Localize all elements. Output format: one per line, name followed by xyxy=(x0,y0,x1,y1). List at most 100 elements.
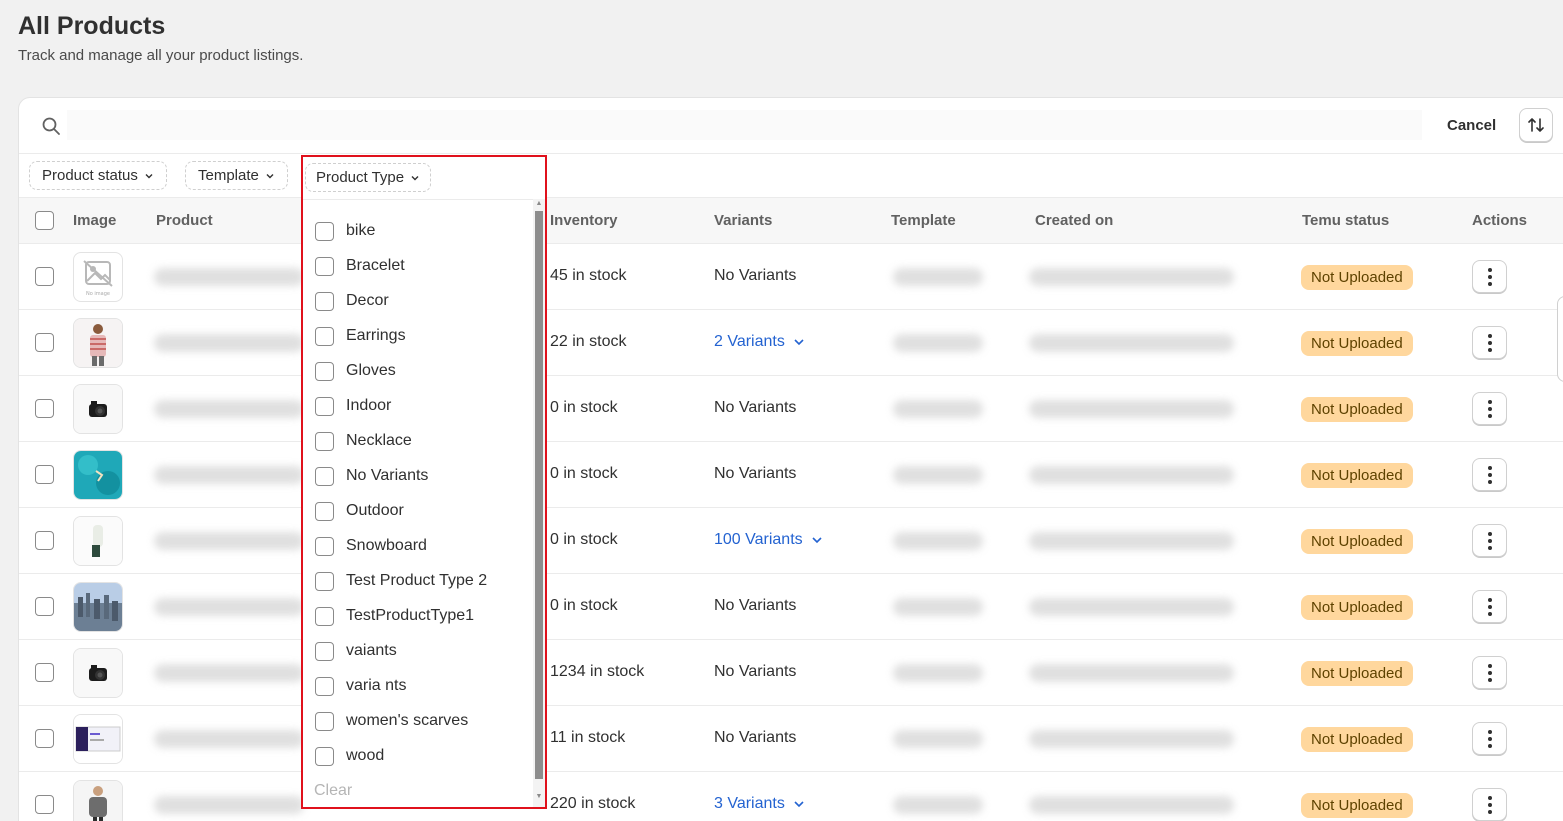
product-type-option[interactable]: bike xyxy=(315,218,375,244)
option-checkbox[interactable] xyxy=(315,466,334,486)
scrollbar-thumb[interactable] xyxy=(535,211,543,779)
option-checkbox[interactable] xyxy=(315,256,334,276)
option-label: wood xyxy=(346,747,385,764)
option-checkbox[interactable] xyxy=(315,501,334,521)
sort-button[interactable] xyxy=(1519,108,1553,142)
option-checkbox[interactable] xyxy=(315,536,334,556)
row-checkbox[interactable] xyxy=(35,795,54,814)
table-row[interactable]: 0 in stock No Variants Not Uploaded xyxy=(19,376,1563,442)
scroll-up-arrow-icon[interactable]: ▲ xyxy=(535,200,543,208)
product-type-option[interactable]: women's scarves xyxy=(315,708,468,734)
row-actions-button[interactable] xyxy=(1472,590,1507,623)
filter-product-status[interactable]: Product status xyxy=(29,161,167,190)
filter-product-type[interactable]: Product Type xyxy=(305,163,432,192)
option-checkbox[interactable] xyxy=(315,326,334,346)
product-type-option[interactable]: Outdoor xyxy=(315,498,404,524)
product-type-option[interactable]: Earrings xyxy=(315,323,406,349)
variants-cell: No Variants xyxy=(714,663,796,681)
option-checkbox[interactable] xyxy=(315,291,334,311)
product-name-blurred[interactable] xyxy=(154,532,304,550)
side-panel-handle[interactable] xyxy=(1557,296,1563,382)
scroll-down-arrow-icon[interactable]: ▼ xyxy=(535,793,543,801)
table-row[interactable]: 0 in stock No Variants Not Uploaded xyxy=(19,442,1563,508)
status-badge: Not Uploaded xyxy=(1301,661,1413,686)
row-checkbox[interactable] xyxy=(35,465,54,484)
cancel-button[interactable]: Cancel xyxy=(1437,111,1506,139)
variants-cell[interactable]: 100 Variants xyxy=(714,531,823,549)
option-checkbox[interactable] xyxy=(315,606,334,626)
product-type-option[interactable]: wood xyxy=(315,743,384,769)
row-actions-button[interactable] xyxy=(1472,788,1507,821)
option-checkbox[interactable] xyxy=(315,676,334,696)
row-checkbox[interactable] xyxy=(35,531,54,550)
row-actions-button[interactable] xyxy=(1472,260,1507,293)
option-checkbox[interactable] xyxy=(315,641,334,661)
clear-filter-button[interactable]: Clear xyxy=(314,782,352,800)
row-checkbox[interactable] xyxy=(35,399,54,418)
row-actions-button[interactable] xyxy=(1472,656,1507,689)
product-type-option[interactable]: No Variants xyxy=(315,463,428,489)
product-type-option[interactable]: vaiants xyxy=(315,638,397,664)
header-product[interactable]: Product xyxy=(156,212,213,229)
option-checkbox[interactable] xyxy=(315,711,334,731)
table-row[interactable]: 0 in stock 100 Variants Not Uploaded xyxy=(19,508,1563,574)
option-checkbox[interactable] xyxy=(315,221,334,241)
select-all-checkbox[interactable] xyxy=(35,211,54,230)
page-title: All Products xyxy=(18,12,166,40)
variants-label: No Variants xyxy=(714,729,797,746)
filter-row: Product status Template xyxy=(19,154,1563,198)
product-name-blurred[interactable] xyxy=(154,466,304,484)
product-name-blurred[interactable] xyxy=(154,268,304,286)
product-type-option[interactable]: Necklace xyxy=(315,428,412,454)
product-name-blurred[interactable] xyxy=(154,730,304,748)
dropdown-scrollbar[interactable]: ▲ ▼ xyxy=(533,199,545,807)
product-type-option[interactable]: Decor xyxy=(315,288,389,314)
option-checkbox[interactable] xyxy=(315,571,334,591)
product-name-blurred[interactable] xyxy=(154,400,304,418)
table-row[interactable]: 11 in stock No Variants Not Uploaded xyxy=(19,706,1563,772)
option-label: Necklace xyxy=(346,432,412,449)
header-created-on[interactable]: Created on xyxy=(1035,212,1113,229)
row-actions-button[interactable] xyxy=(1472,326,1507,359)
option-label: Earrings xyxy=(346,327,406,344)
product-type-option[interactable]: Test Product Type 2 xyxy=(315,568,487,594)
header-inventory[interactable]: Inventory xyxy=(550,212,618,229)
product-type-option[interactable]: Snowboard xyxy=(315,533,427,559)
product-type-option[interactable]: TestProductType1 xyxy=(315,603,474,629)
inventory-cell: 1234 in stock xyxy=(550,663,645,680)
product-name-blurred[interactable] xyxy=(154,598,304,616)
product-name-blurred[interactable] xyxy=(154,796,304,814)
option-checkbox[interactable] xyxy=(315,746,334,766)
row-actions-button[interactable] xyxy=(1472,722,1507,755)
created-on-blurred xyxy=(1029,400,1234,418)
table-row[interactable]: 220 in stock 3 Variants Not Uploaded xyxy=(19,772,1563,821)
variants-cell: No Variants xyxy=(714,465,796,483)
option-checkbox[interactable] xyxy=(315,431,334,451)
table-row[interactable]: 1234 in stock No Variants Not Uploaded xyxy=(19,640,1563,706)
row-actions-button[interactable] xyxy=(1472,458,1507,491)
option-checkbox[interactable] xyxy=(315,396,334,416)
product-name-blurred[interactable] xyxy=(154,664,304,682)
product-type-option[interactable]: Bracelet xyxy=(315,253,405,279)
filter-template[interactable]: Template xyxy=(185,161,288,190)
table-row[interactable]: 22 in stock 2 Variants Not Uploaded xyxy=(19,310,1563,376)
table-row[interactable]: 0 in stock No Variants Not Uploaded xyxy=(19,574,1563,640)
row-actions-button[interactable] xyxy=(1472,392,1507,425)
variants-cell[interactable]: 3 Variants xyxy=(714,795,805,813)
option-checkbox[interactable] xyxy=(315,361,334,381)
created-on-blurred xyxy=(1029,796,1234,814)
product-type-option[interactable]: Indoor xyxy=(315,393,391,419)
row-checkbox[interactable] xyxy=(35,663,54,682)
table-row[interactable]: No image 45 in stock No Variants Not Upload… xyxy=(19,244,1563,310)
row-checkbox[interactable] xyxy=(35,597,54,616)
inventory-cell: 0 in stock xyxy=(550,597,618,614)
product-type-option[interactable]: varia nts xyxy=(315,673,406,699)
row-checkbox[interactable] xyxy=(35,729,54,748)
variants-cell[interactable]: 2 Variants xyxy=(714,333,805,351)
product-name-blurred[interactable] xyxy=(154,334,304,352)
row-checkbox[interactable] xyxy=(35,267,54,286)
search-input[interactable] xyxy=(67,110,1422,140)
row-checkbox[interactable] xyxy=(35,333,54,352)
product-type-option[interactable]: Gloves xyxy=(315,358,396,384)
row-actions-button[interactable] xyxy=(1472,524,1507,557)
